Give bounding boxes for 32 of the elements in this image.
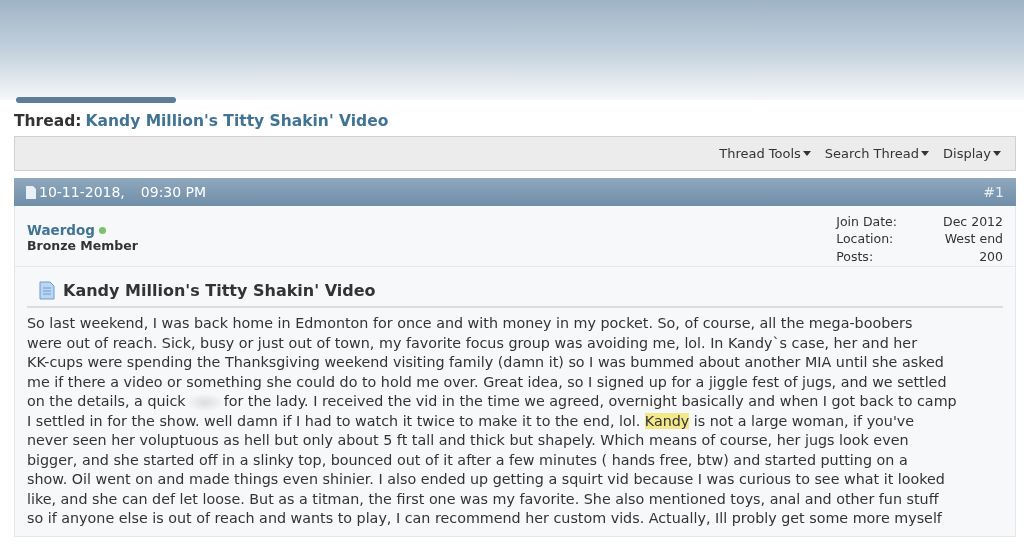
post-text-line: like, and she can def let loose. But as a titman, the first one was my favorite. She also mentioned toys, anal and other fun stuff bbox=[27, 489, 940, 509]
info-label: Posts: bbox=[836, 248, 875, 266]
post-text-line: show. Oil went on and made things even shinier. I also ended up getting a squirt vid because I was curious to see what it looked bbox=[27, 470, 946, 489]
thread-label: Thread: bbox=[14, 112, 82, 130]
document-icon bbox=[39, 281, 55, 300]
info-label: Location: bbox=[836, 231, 895, 249]
caret-icon bbox=[802, 151, 811, 156]
post-text-line: So last weekend, I was back home in Edmonton for once and with money in my pocket. So, of course, all the mega-boobers bbox=[27, 314, 914, 333]
post-text-line: on the details, a quick for the lady. I received the vid in the time we agreed, overnight basically and when I got back to camp bbox=[27, 392, 1003, 412]
post-date: 10-11-2018, bbox=[39, 184, 125, 200]
toolbar-menu-button[interactable]: Search Thread bbox=[824, 146, 930, 161]
info-label: Join Date: bbox=[836, 214, 897, 231]
document-icon bbox=[26, 185, 36, 199]
user-rank: Bronze Member bbox=[27, 238, 138, 253]
post-title: Kandy Million's Titty Shakin' Video bbox=[63, 281, 376, 300]
post-text-line: I settled in for the show. well damn if I had to watch it twice to make it to the end, lol. Kandy is not a large woman, if you've bbox=[27, 411, 916, 431]
post-text-line: bigger, and she started off in a slinky top, bounced out of it after a few minutes ( hands free, btw) and started putting on a bbox=[27, 450, 909, 470]
info-value: West end bbox=[943, 231, 1003, 249]
post-text-line: so if anyone else is out of reach and wants to play, I can recommend her custom vids. Actually, Ill probly get some more myself bbox=[27, 509, 943, 528]
toolbar-menu-button[interactable]: Thread Tools bbox=[719, 146, 811, 161]
info-value: 200 bbox=[978, 248, 1003, 266]
post-time: 09:30 PM bbox=[140, 184, 207, 200]
post-text-line: were out of reach. Sick, busy or just out of town, my favorite focus group was avoiding me, lol. In Kandy`s case, her and her bbox=[27, 333, 919, 353]
caret-icon bbox=[993, 151, 1001, 156]
toolbar-menu-button[interactable]: Display bbox=[943, 146, 1001, 161]
post-text-line: KK-cups were spending the Thanksgiving weekend visiting family (damn it) so I was bummed about another MIA until she asked bbox=[27, 353, 945, 372]
username-link[interactable]: Waerdog bbox=[27, 222, 95, 238]
post-text-line: never seen her voluptuous as hell but only about 5 ft tall and thick but shapely. Which means of course, her jugs look even bbox=[27, 431, 910, 450]
caret-icon bbox=[921, 151, 930, 156]
post-text-line: me if there a video or something she could do to hold me over. Great idea, so I signed up for a jiggle fest of jugs, and we settled bbox=[27, 372, 948, 392]
info-value: Dec 2012 bbox=[943, 214, 1003, 231]
thread-title-link[interactable]: Kandy Million's Titty Shakin' Video bbox=[85, 112, 389, 130]
